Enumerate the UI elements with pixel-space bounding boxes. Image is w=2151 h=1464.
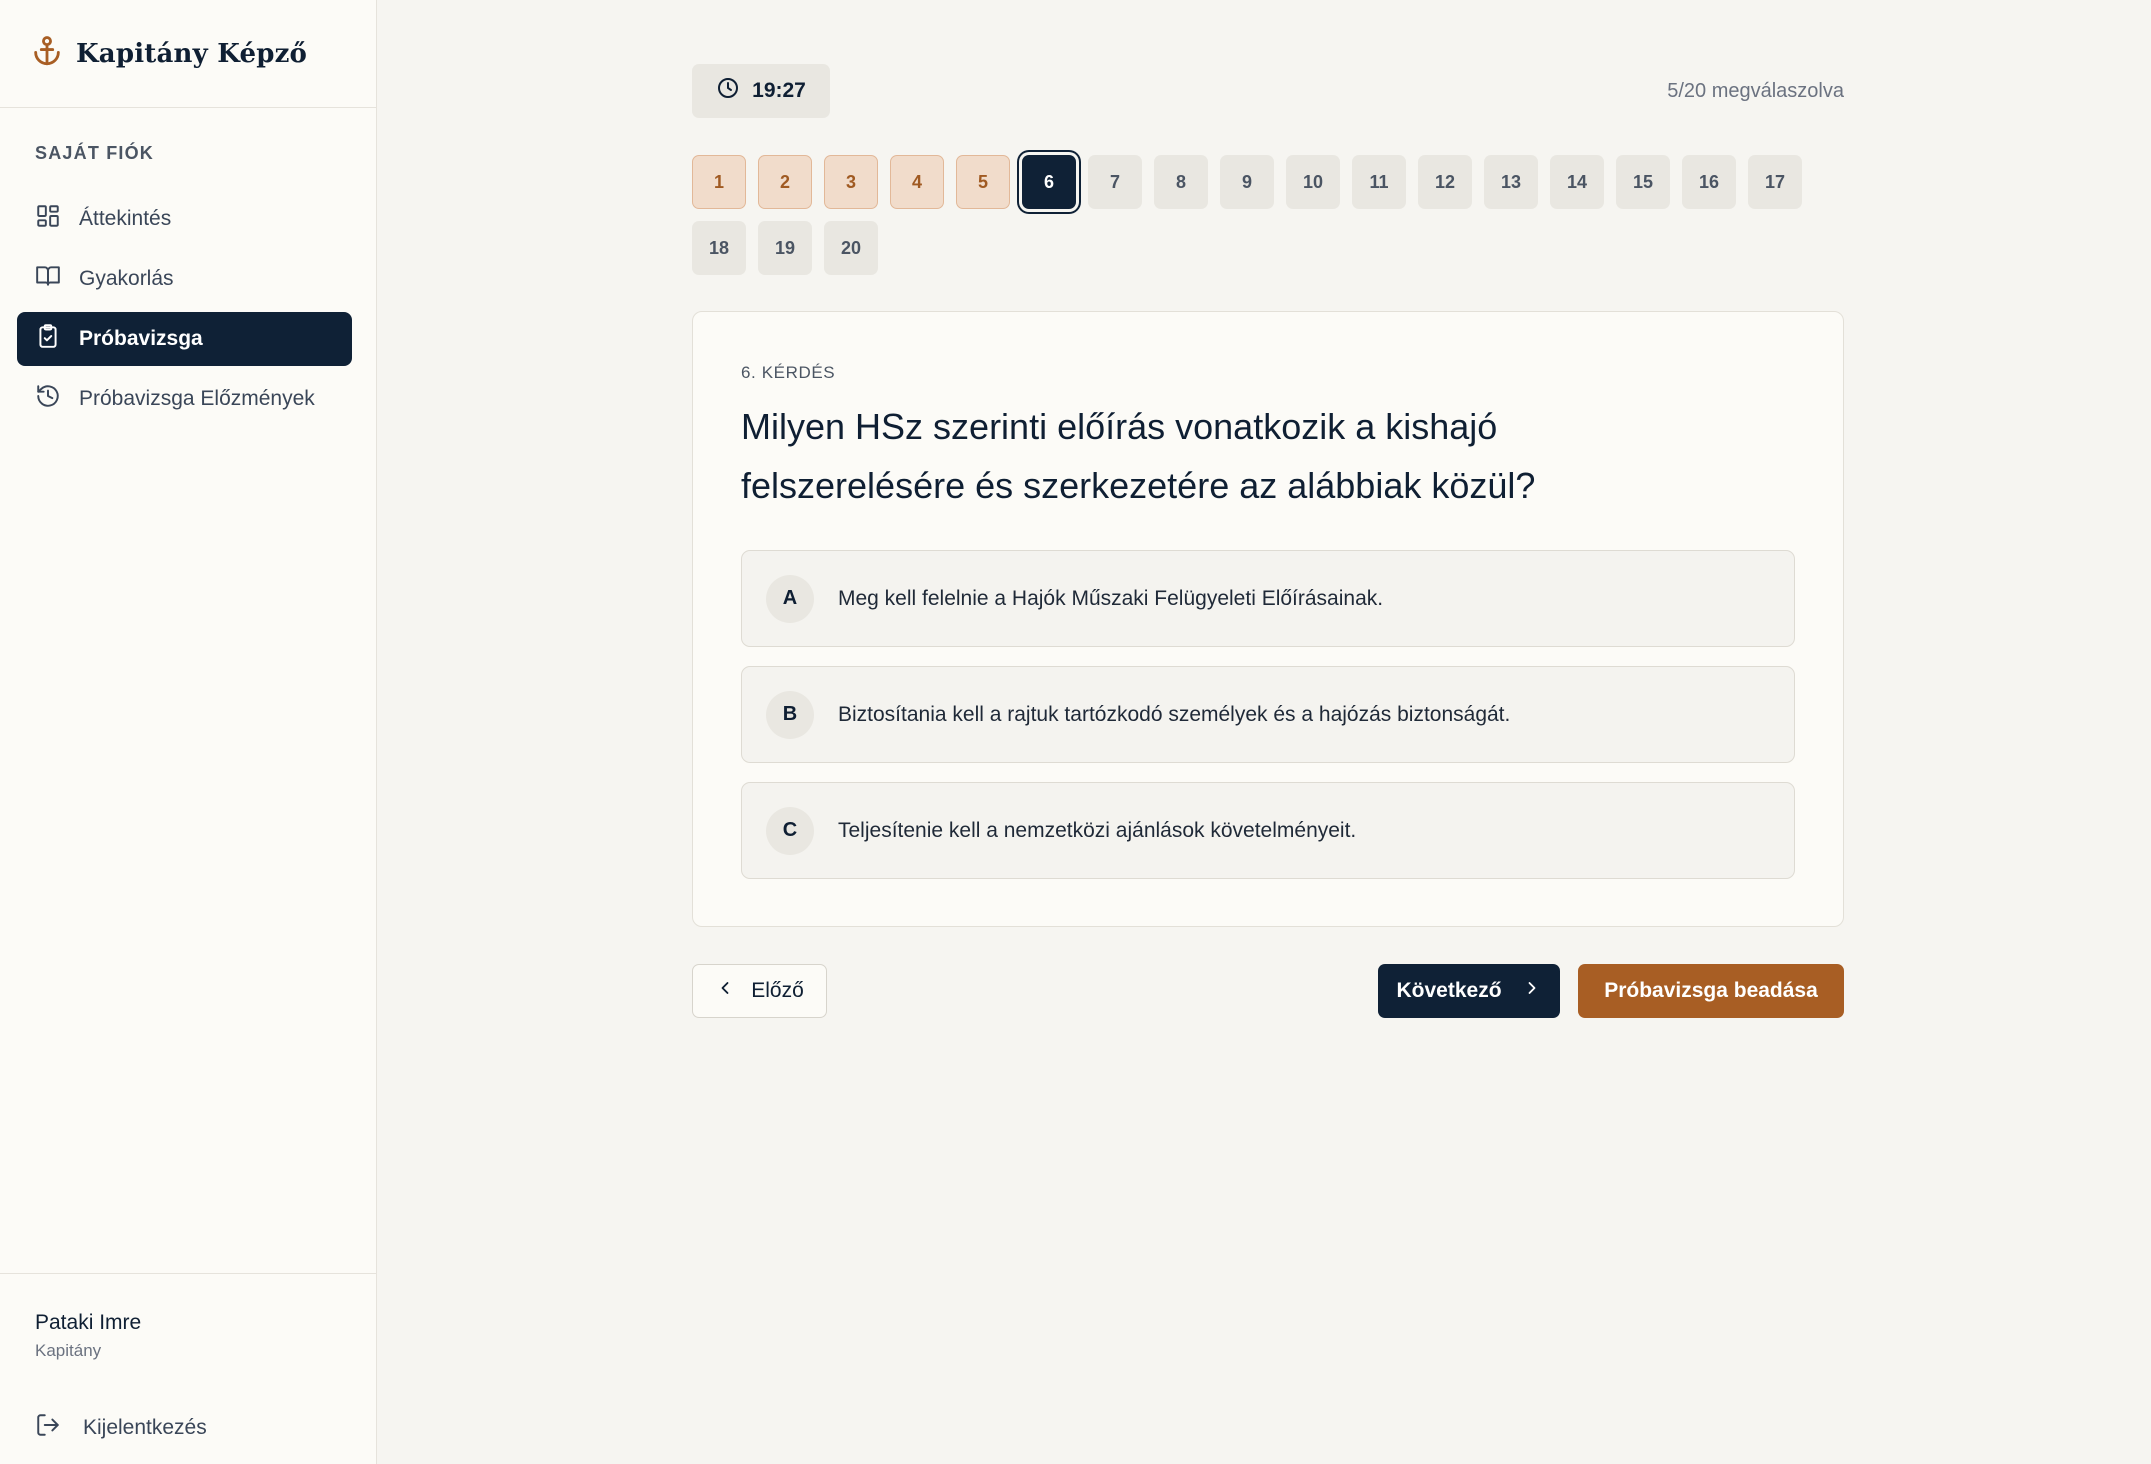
option-letter: B: [766, 690, 814, 739]
question-text: Milyen HSz szerinti előírás vonatkozik a…: [741, 406, 1536, 506]
sidebar-footer: Pataki Imre Kapitány Kijelentkezés: [0, 1273, 377, 1464]
option-text: Meg kell felelnie a Hajók Műszaki Felügy…: [838, 586, 1384, 610]
clock-icon: [716, 76, 740, 106]
question-nav-button[interactable]: 8: [1154, 155, 1208, 209]
question-nav-button[interactable]: 2: [758, 155, 812, 209]
timer-value: 19:27: [752, 79, 806, 102]
question-nav-button[interactable]: 11: [1352, 155, 1406, 209]
chevron-left-icon: [715, 978, 735, 1004]
submit-exam-button[interactable]: Próbavizsga beadása: [1578, 964, 1844, 1018]
option-letter: C: [766, 806, 814, 855]
question-nav-button[interactable]: 7: [1088, 155, 1142, 209]
sidebar-nav: Áttekintés Gyakorlás Próbavizsga Próbavi…: [17, 192, 352, 432]
sidebar-item-practice[interactable]: Gyakorlás: [17, 252, 352, 306]
answer-option-a[interactable]: A Meg kell felelnie a Hajók Műszaki Felü…: [741, 550, 1795, 647]
option-text: Biztosítania kell a rajtuk tartózkodó sz…: [838, 702, 1511, 726]
question-nav-button[interactable]: 19: [758, 221, 812, 275]
option-letter: A: [766, 574, 814, 623]
exam-timer: 19:27: [692, 64, 830, 118]
question-navigator: 1 2 3 4 5 6 7 8 9 10 11 12 13 14 15 16 17 18 19 20: [692, 155, 1844, 275]
sidebar-item-label: Próbavizsga Előzmények: [79, 387, 315, 410]
question-nav-button[interactable]: 1: [692, 155, 746, 209]
question-nav-button[interactable]: 6: [1022, 155, 1076, 209]
sidebar-item-overview[interactable]: Áttekintés: [17, 192, 352, 246]
question-nav-button[interactable]: 17: [1748, 155, 1802, 209]
sidebar-item-label: Próbavizsga: [79, 327, 203, 350]
question-nav-button[interactable]: 20: [824, 221, 878, 275]
previous-button[interactable]: Előző: [692, 964, 827, 1018]
next-label: Következő: [1396, 979, 1502, 1002]
question-card: 6. KÉRDÉS Milyen HSz szerinti előírás vo…: [692, 311, 1844, 927]
question-nav-button[interactable]: 18: [692, 221, 746, 275]
submit-label: Próbavizsga beadása: [1604, 979, 1818, 1002]
user-role: Kapitány: [35, 1341, 102, 1360]
question-nav-button[interactable]: 12: [1418, 155, 1472, 209]
brand-name: Kapitány Képző: [76, 38, 308, 69]
answered-status: 5/20 megválaszolva: [1667, 80, 1844, 102]
question-nav-button[interactable]: 3: [824, 155, 878, 209]
option-text: Teljesítenie kell a nemzetközi ajánlások…: [838, 818, 1357, 842]
logout-icon: [35, 1412, 61, 1444]
question-nav-button[interactable]: 15: [1616, 155, 1670, 209]
previous-label: Előző: [751, 979, 804, 1002]
question-nav-button[interactable]: 5: [956, 155, 1010, 209]
history-icon: [35, 383, 61, 415]
question-nav-button[interactable]: 10: [1286, 155, 1340, 209]
question-nav-button[interactable]: 13: [1484, 155, 1538, 209]
brand[interactable]: Kapitány Képző: [0, 0, 376, 108]
sidebar: Kapitány Képző SAJÁT FIÓK Áttekintés Gya…: [0, 0, 377, 1464]
book-icon: [35, 263, 61, 295]
logout-label: Kijelentkezés: [83, 1416, 207, 1439]
sidebar-item-mock-exam[interactable]: Próbavizsga: [17, 312, 352, 366]
chevron-right-icon: [1522, 978, 1542, 1004]
sidebar-item-label: Gyakorlás: [79, 267, 174, 290]
sidebar-item-exam-history[interactable]: Próbavizsga Előzmények: [17, 372, 352, 426]
section-label: SAJÁT FIÓK: [35, 143, 155, 163]
question-label: 6. KÉRDÉS: [741, 363, 836, 382]
anchor-icon: [30, 34, 64, 73]
dashboard-icon: [35, 203, 61, 235]
clipboard-check-icon: [35, 323, 61, 355]
question-nav-button[interactable]: 9: [1220, 155, 1274, 209]
logout-button[interactable]: Kijelentkezés: [35, 1412, 207, 1444]
next-button[interactable]: Következő: [1378, 964, 1560, 1018]
user-name: Pataki Imre: [35, 1311, 142, 1334]
answer-option-c[interactable]: C Teljesítenie kell a nemzetközi ajánlás…: [741, 782, 1795, 879]
question-nav-button[interactable]: 16: [1682, 155, 1736, 209]
sidebar-item-label: Áttekintés: [79, 207, 172, 230]
answer-option-b[interactable]: B Biztosítania kell a rajtuk tartózkodó …: [741, 666, 1795, 763]
question-nav-button[interactable]: 14: [1550, 155, 1604, 209]
question-nav-button[interactable]: 4: [890, 155, 944, 209]
